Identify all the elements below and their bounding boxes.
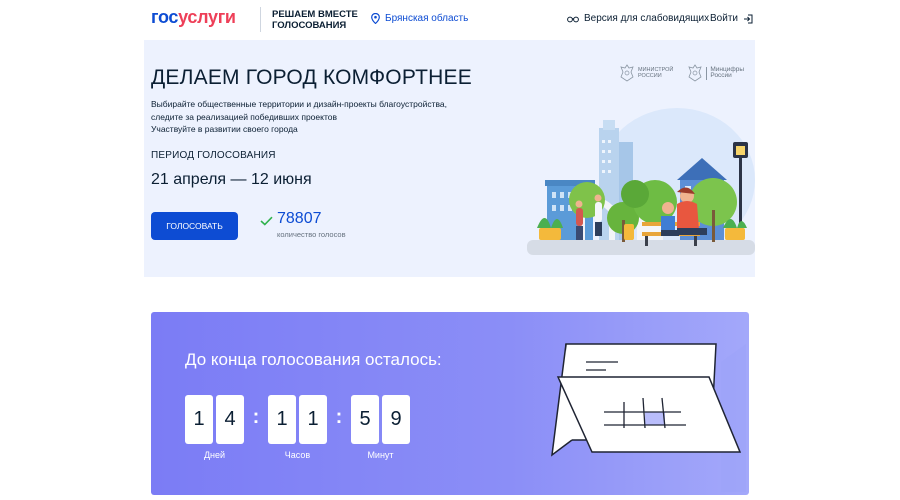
vote-button[interactable]: ГОЛОСОВАТЬ [151, 212, 238, 240]
header-divider [260, 7, 261, 32]
login-arrow-icon [743, 14, 753, 23]
votes-count: 78807 [277, 210, 322, 227]
top-header: госуслуги Решаем вместе голосования Брян… [0, 0, 900, 40]
calendar-illustration [551, 343, 746, 492]
days-group: 1 4 Дней [185, 395, 244, 460]
digit: 1 [299, 395, 327, 444]
minutes-group: 5 9 Минут [351, 395, 410, 460]
period-label: ПЕРИОД ГОЛОСОВАНИЯ [151, 150, 276, 161]
header-slogan: Решаем вместе голосования [272, 9, 358, 31]
countdown-banner: До конца голосования осталось: 1 4 Дней … [151, 312, 749, 495]
hero-description-line: Участвуйте в развитии своего города [151, 124, 298, 134]
separator: : [252, 406, 260, 428]
hero-description-line: следите за реализацией победивших проект… [151, 111, 337, 122]
hero-section: ДЕЛАЕМ ГОРОД КОМФОРТНЕЕ Выбирайте общест… [144, 40, 755, 277]
hero-title: ДЕЛАЕМ ГОРОД КОМФОРТНЕЕ [151, 66, 472, 89]
digit: 1 [185, 395, 213, 444]
page: госуслуги Решаем вместе голосования Брян… [0, 0, 900, 500]
minutes-label: Минут [367, 450, 394, 460]
separator: : [335, 406, 343, 428]
hero-description-line: Выбирайте общественные территории и диза… [151, 99, 447, 109]
gosuslugi-logo[interactable]: госуслуги [151, 7, 236, 28]
login-link[interactable]: Войти [710, 13, 753, 24]
hours-group: 1 1 Часов [268, 395, 327, 460]
digit: 9 [382, 395, 410, 444]
votes-count-label: количество голосов [277, 230, 346, 239]
digit: 1 [268, 395, 296, 444]
glasses-icon [567, 16, 579, 22]
region-selector[interactable]: Брянская область [371, 13, 468, 24]
days-label: Дней [203, 450, 226, 460]
visually-impaired-link[interactable]: Версия для слабовидящих [567, 13, 709, 24]
location-pin-icon [371, 13, 380, 24]
visually-impaired-label: Версия для слабовидящих [584, 13, 710, 24]
digit: 4 [216, 395, 244, 444]
countdown-title: До конца голосования осталось: [185, 350, 442, 369]
region-label: Брянская область [385, 13, 469, 24]
checkmark-icon [260, 216, 273, 226]
digit: 5 [351, 395, 379, 444]
hero-description: Выбирайте общественные территории и диза… [151, 98, 471, 136]
period-dates: 21 апреля — 12 июня [151, 171, 312, 188]
countdown-timer: 1 4 Дней : 1 1 Часов : 5 9 Минут [185, 395, 410, 460]
city-park-illustration [527, 108, 755, 255]
hours-label: Часов [284, 450, 311, 460]
login-label: Войти [710, 13, 738, 24]
